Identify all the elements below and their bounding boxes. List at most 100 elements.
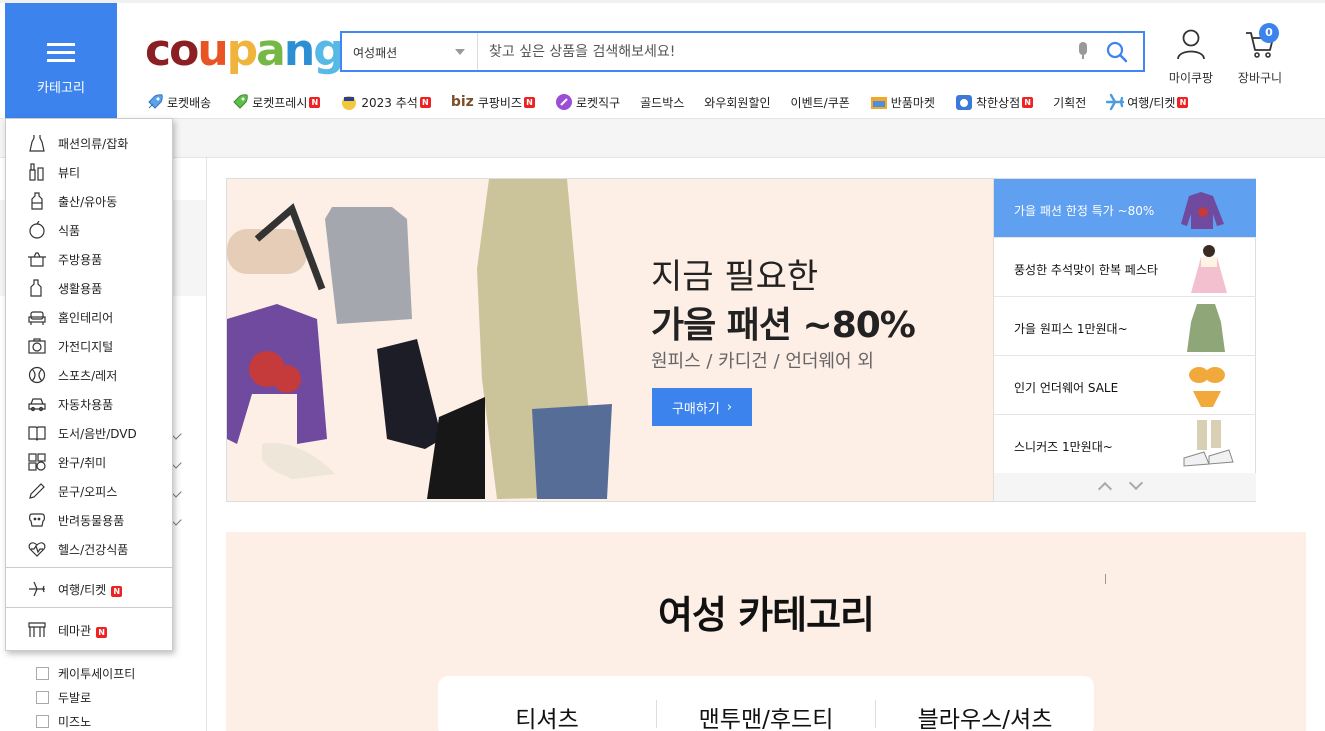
brand-filter-item[interactable]: 케이투세이프티 — [36, 665, 135, 682]
nav-chuseok[interactable]: 2023 추석 N — [340, 93, 431, 111]
search-input[interactable] — [479, 33, 1059, 70]
category-item-health[interactable]: 헬스/건강식품 — [6, 537, 172, 561]
dress-icon — [28, 134, 46, 152]
nav-rocket-global[interactable]: 로켓직구 — [555, 93, 620, 111]
arrow-down-icon[interactable] — [1128, 475, 1144, 491]
category-item-food[interactable]: 식품 — [6, 218, 172, 242]
new-badge: N — [111, 585, 123, 597]
category-item-stationery[interactable]: 문구/오피스 — [6, 479, 172, 503]
category-item-pets[interactable]: 반려동물용품 — [6, 508, 172, 532]
new-badge: N — [1177, 96, 1189, 108]
banner-product-image — [227, 179, 622, 501]
pencil-icon — [28, 482, 46, 500]
dropdown-caret-icon — [455, 49, 465, 55]
nav-goldbox[interactable]: 골드박스 — [640, 94, 684, 111]
category-item-theme[interactable]: 테마관 N — [6, 618, 172, 642]
sneakers-thumbnail — [1179, 420, 1234, 470]
rocket-icon — [146, 93, 164, 111]
hamburger-icon — [47, 43, 75, 63]
sofa-icon — [28, 308, 46, 326]
category-item-toys[interactable]: 완구/취미 — [6, 450, 172, 474]
category-item-baby[interactable]: 출산/유아동 — [6, 189, 172, 213]
category-item-automotive[interactable]: 자동차용품 — [6, 392, 172, 416]
category-item-sports[interactable]: 스포츠/레저 — [6, 363, 172, 387]
new-badge: N — [96, 626, 108, 638]
microphone-icon[interactable] — [1077, 42, 1089, 62]
search-bar: 여성패션 — [340, 31, 1145, 72]
new-badge: N — [419, 96, 431, 108]
hanbok-thumbnail — [1179, 243, 1234, 293]
women-category-card: 티셔츠 맨투맨/후드티 블라우스/셔츠 — [438, 676, 1094, 731]
section-title: 여성 카테고리 — [658, 593, 875, 637]
arrow-up-icon[interactable] — [1097, 481, 1113, 497]
dress-thumbnail — [1179, 302, 1234, 352]
nav-rocket-delivery[interactable]: 로켓배송 — [146, 93, 211, 111]
chevron-right-icon: › — [726, 399, 733, 415]
category-dropdown-menu: 패션의류/잡화 뷰티 출산/유아동 식품 주방용품 생활용품 홈인테리어 가전디… — [5, 118, 173, 651]
my-coupang-button[interactable]: 마이쿠팡 — [1163, 28, 1219, 86]
women-category-blouses[interactable]: 블라우스/셔츠 — [876, 700, 1094, 731]
women-category-sweatshirts[interactable]: 맨투맨/후드티 — [657, 700, 875, 731]
nav-return-market[interactable]: 반품마켓 — [870, 93, 935, 111]
airplane-icon — [1106, 93, 1125, 111]
category-item-books[interactable]: 도서/음반/DVD — [6, 421, 172, 445]
buy-now-button[interactable]: 구매하기 › — [652, 388, 752, 426]
toy-icon — [28, 453, 46, 471]
category-item-beauty[interactable]: 뷰티 — [6, 160, 172, 184]
biz-icon: biz — [450, 94, 474, 110]
pot-icon — [28, 250, 46, 268]
category-button[interactable]: 카테고리 — [5, 3, 117, 118]
category-item-home-interior[interactable]: 홈인테리어 — [6, 305, 172, 329]
banner-side-item[interactable]: 인기 언더웨어 SALE — [994, 356, 1256, 415]
camera-icon — [28, 337, 46, 355]
banner-side-item[interactable]: 스니커즈 1만원대~ — [994, 415, 1256, 474]
checkbox[interactable] — [36, 691, 49, 704]
checkbox[interactable] — [36, 715, 49, 728]
category-button-label: 카테고리 — [37, 81, 85, 96]
banner-title-line2: 가을 패션 ~80% — [651, 305, 916, 346]
detergent-icon — [28, 279, 46, 297]
banner-side-item[interactable]: 가을 패션 한정 특가 ~80% — [994, 179, 1256, 238]
chuseok-icon — [340, 93, 358, 111]
cosmetics-icon — [28, 163, 46, 181]
category-item-travel[interactable]: 여행/티켓 N — [6, 577, 172, 601]
women-category-tshirts[interactable]: 티셔츠 — [438, 700, 656, 731]
top-nav: 로켓배송 로켓프레시 N 2023 추석 N biz 쿠팡비즈 N 로켓직구 골드박스… — [146, 90, 1208, 114]
new-badge: N — [309, 96, 321, 108]
nav-events-coupons[interactable]: 이벤트/쿠폰 — [791, 94, 850, 111]
underwear-thumbnail — [1179, 361, 1234, 411]
user-icon — [1177, 29, 1205, 60]
women-category-section: 여성 카테고리 티셔츠 맨투맨/후드티 블라우스/셔츠 — [226, 532, 1306, 731]
airplane-icon — [28, 580, 46, 598]
banner-title-line1: 지금 필요한 — [651, 257, 819, 297]
banner-side-item[interactable]: 풍성한 추석맞이 한복 페스타 — [994, 238, 1256, 297]
nav-good-store[interactable]: 착한상점 N — [955, 93, 1034, 111]
brand-filter-item[interactable]: 두발로 — [36, 689, 91, 706]
coupang-logo[interactable]: coupang — [145, 26, 345, 76]
nav-travel-ticket[interactable]: 여행/티켓 N — [1106, 93, 1189, 111]
nav-wow-discount[interactable]: 와우회원할인 — [704, 94, 770, 111]
category-item-electronics[interactable]: 가전디지털 — [6, 334, 172, 358]
dog-icon — [28, 511, 46, 529]
book-icon — [28, 424, 46, 442]
promo-banner[interactable]: 지금 필요한 가을 패션 ~80% 원피스 / 카디건 / 언더웨어 외 구매하… — [226, 178, 1256, 502]
nav-rocket-fresh[interactable]: 로켓프레시 N — [231, 93, 321, 111]
nav-coupang-biz[interactable]: biz 쿠팡비즈 N — [451, 94, 535, 111]
nav-exhibitions[interactable]: 기획전 — [1053, 94, 1086, 111]
storefront-icon — [28, 621, 46, 639]
global-rocket-icon — [555, 93, 573, 111]
brand-filter-item[interactable]: 미즈노 — [36, 713, 91, 730]
text-cursor — [1105, 574, 1106, 584]
category-item-household[interactable]: 생활용품 — [6, 276, 172, 300]
category-item-fashion[interactable]: 패션의류/잡화 — [6, 131, 172, 155]
side-list-pager — [994, 473, 1256, 501]
sweater-thumbnail — [1179, 184, 1234, 234]
search-icon[interactable] — [1104, 39, 1130, 65]
good-store-icon — [955, 93, 973, 111]
category-item-kitchen[interactable]: 주방용품 — [6, 247, 172, 271]
search-category-select[interactable]: 여성패션 — [342, 33, 478, 70]
banner-side-item[interactable]: 가을 원피스 1만원대~ — [994, 297, 1256, 356]
checkbox[interactable] — [36, 667, 49, 680]
new-badge: N — [1022, 96, 1034, 108]
apple-icon — [28, 220, 46, 239]
